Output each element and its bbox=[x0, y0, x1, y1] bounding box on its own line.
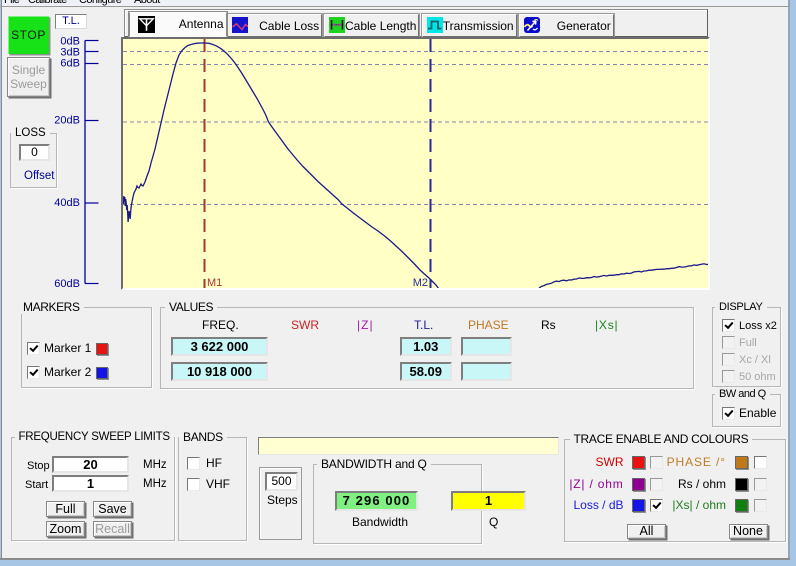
svg-text:6dB: 6dB bbox=[60, 58, 80, 70]
svg-text:40dB: 40dB bbox=[54, 197, 80, 209]
svg-text:60dB: 60dB bbox=[54, 278, 80, 290]
svg-text:M2: M2 bbox=[413, 277, 428, 288]
svg-text:M1: M1 bbox=[207, 277, 222, 288]
svg-text:20dB: 20dB bbox=[54, 115, 80, 127]
